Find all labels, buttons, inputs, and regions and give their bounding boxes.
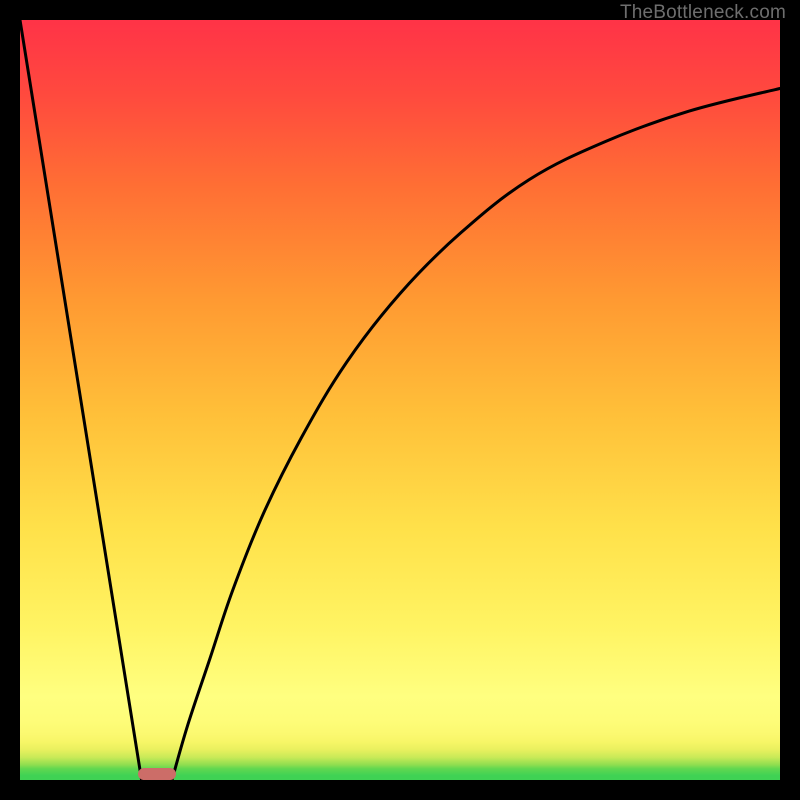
plot-area (20, 20, 780, 780)
watermark-text: TheBottleneck.com (620, 2, 786, 24)
curve-layer (20, 20, 780, 780)
chart-frame: TheBottleneck.com (0, 0, 800, 800)
baseline-marker (138, 768, 176, 780)
right-branch-path (172, 88, 780, 780)
left-branch-path (20, 20, 142, 780)
